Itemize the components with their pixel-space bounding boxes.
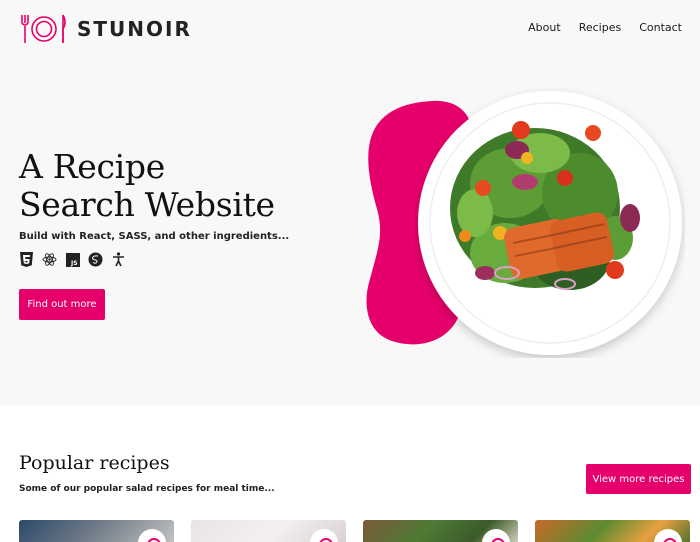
favorite-heart-icon[interactable] xyxy=(138,529,166,542)
plate-cutlery-logo-icon xyxy=(21,14,66,43)
recipe-card-1[interactable] xyxy=(19,520,174,542)
popular-recipes-title: Popular recipes xyxy=(19,452,170,474)
view-more-recipes-button[interactable]: View more recipes xyxy=(586,464,691,494)
hero-title-line-2: Search Website xyxy=(19,185,275,224)
javascript-icon: JS xyxy=(65,252,80,267)
nav-about[interactable]: About xyxy=(528,21,561,34)
html5-icon xyxy=(19,252,34,267)
accessibility-icon xyxy=(111,252,126,267)
favorite-heart-icon[interactable] xyxy=(482,529,510,542)
hero-section: A Recipe Search Website Build with React… xyxy=(0,60,700,406)
find-out-more-button[interactable]: Find out more xyxy=(19,289,105,320)
hero-title-line-1: A Recipe xyxy=(19,147,165,186)
salmon-salad-plate-image xyxy=(418,91,682,355)
main-nav: About Recipes Contact xyxy=(528,21,682,34)
site-header: STUNOIR About Recipes Contact xyxy=(0,0,700,60)
recipe-card-3[interactable] xyxy=(363,520,518,542)
logo[interactable]: STUNOIR xyxy=(19,12,192,46)
react-icon xyxy=(42,252,57,267)
favorite-heart-icon[interactable] xyxy=(654,529,682,542)
recipe-card-4[interactable] xyxy=(535,520,690,542)
popular-recipes-subtitle: Some of our popular salad recipes for me… xyxy=(19,484,275,494)
sass-icon xyxy=(88,252,103,267)
nav-contact[interactable]: Contact xyxy=(639,21,682,34)
brand-name: STUNOIR xyxy=(77,17,192,41)
nav-recipes[interactable]: Recipes xyxy=(579,21,622,34)
hero-title: A Recipe Search Website xyxy=(19,148,275,224)
tech-icons: JS xyxy=(19,252,126,267)
favorite-heart-icon[interactable] xyxy=(310,529,338,542)
hero-subtitle: Build with React, SASS, and other ingred… xyxy=(19,231,290,242)
recipe-cards xyxy=(19,520,690,542)
svg-text:JS: JS xyxy=(70,260,78,267)
recipe-card-2[interactable] xyxy=(191,520,346,542)
